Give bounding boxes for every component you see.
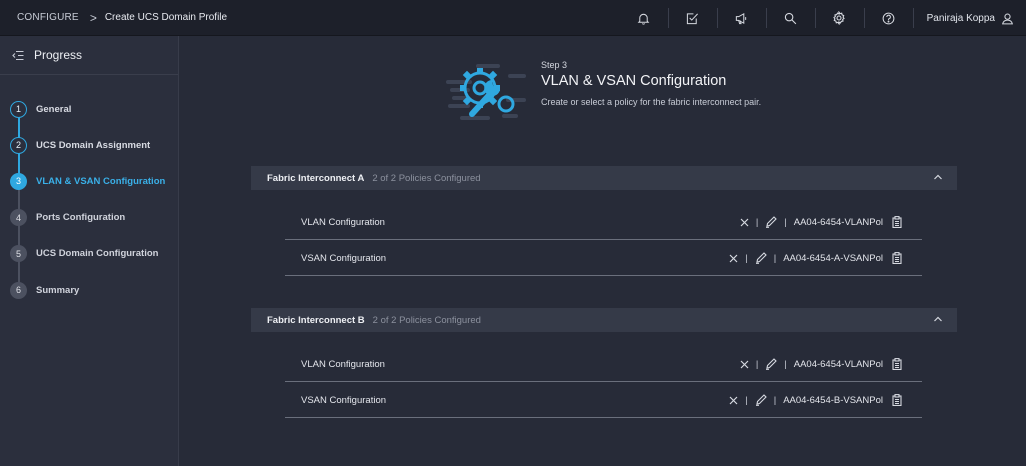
step-label: UCS Domain Configuration (36, 248, 159, 260)
breadcrumb-configure[interactable]: CONFIGURE (17, 12, 79, 23)
chevron-up-icon[interactable] (933, 173, 943, 181)
fi-a-vlan-row: VLAN Configuration | | AA04-6454-VLANPol (285, 205, 922, 240)
step-number: 1 (10, 100, 27, 118)
progress-step-summary[interactable]: 6 Summary (0, 272, 178, 308)
collapse-menu-icon[interactable] (12, 50, 24, 61)
step-label: Ports Configuration (36, 212, 126, 224)
row-actions: | | AA04-6454-B-VSANPol (729, 394, 902, 406)
policy-name: AA04-6454-B-VSANPol (783, 394, 883, 406)
clipboard-icon[interactable] (892, 394, 902, 406)
page-title: VLAN & VSAN Configuration (541, 73, 727, 89)
progress-steps: 1 General 2 UCS Domain Assignment 3 VLAN… (0, 75, 178, 308)
bell-icon (637, 13, 649, 25)
step-label: General (36, 103, 72, 115)
row-label: VSAN Configuration (301, 252, 387, 264)
edit-pencil-icon[interactable] (765, 358, 778, 370)
notifications-button[interactable] (619, 0, 668, 36)
chevron-up-icon[interactable] (933, 315, 943, 323)
search-button[interactable] (765, 0, 815, 36)
main-content: Step 3 VLAN & VSAN Configuration Create … (180, 36, 1026, 466)
checklist-icon (686, 12, 698, 24)
fabric-interconnect-b-header[interactable]: Fabric Interconnect B 2 of 2 Policies Co… (251, 308, 957, 332)
step-number: 2 (10, 136, 27, 154)
edit-pencil-icon[interactable] (755, 394, 767, 406)
step-label: Summary (36, 284, 80, 296)
row-actions: | | AA04-6454-VLANPol (740, 216, 902, 228)
clipboard-icon[interactable] (892, 252, 902, 264)
step-number: 4 (10, 209, 27, 227)
help-button[interactable] (863, 0, 913, 36)
announcements-button[interactable] (716, 0, 766, 36)
section-title: Fabric Interconnect B (267, 314, 365, 326)
sidebar-header: Progress (0, 36, 178, 75)
progress-step-general[interactable]: 1 General (0, 91, 178, 127)
sidebar-title: Progress (34, 48, 83, 62)
row-label: VSAN Configuration (301, 394, 387, 406)
top-bar: CONFIGURE > Create UCS Domain Profile Pa… (0, 0, 1026, 36)
separator: | (784, 358, 787, 370)
step-number: 3 (10, 172, 27, 190)
step-number: 6 (10, 281, 27, 299)
separator: | (773, 252, 777, 264)
fi-b-vlan-row: VLAN Configuration | | AA04-6454-VLANPol (285, 347, 922, 382)
settings-button[interactable] (814, 0, 864, 36)
section-title: Fabric Interconnect A (267, 172, 365, 184)
close-icon[interactable] (740, 360, 749, 369)
section-status: 2 of 2 Policies Configured (372, 314, 481, 326)
user-menu[interactable]: Paniraja Koppa (912, 0, 1026, 36)
gear-wrench-illustration-icon (446, 64, 526, 120)
policy-name: AA04-6454-VLANPol (793, 216, 883, 228)
close-icon[interactable] (729, 254, 738, 263)
breadcrumb-separator: > (89, 10, 97, 25)
step-label: VLAN & VSAN Configuration (36, 175, 166, 187)
progress-step-ucs-domain-assignment[interactable]: 2 UCS Domain Assignment (0, 127, 178, 163)
help-icon (882, 12, 895, 24)
megaphone-icon (735, 12, 747, 24)
step-number: 5 (10, 245, 27, 263)
clipboard-icon[interactable] (892, 216, 902, 228)
progress-step-ports-configuration[interactable]: 4 Ports Configuration (0, 200, 178, 236)
row-label: VLAN Configuration (301, 358, 385, 370)
edit-pencil-icon[interactable] (765, 216, 778, 228)
policy-name: AA04-6454-A-VSANPol (783, 252, 883, 264)
step-label: UCS Domain Assignment (36, 139, 151, 151)
row-actions: | | AA04-6454-VLANPol (740, 358, 902, 370)
policy-name: AA04-6454-VLANPol (793, 358, 883, 370)
page-description: Create or select a policy for the fabric… (541, 97, 762, 107)
edit-pencil-icon[interactable] (755, 252, 767, 264)
close-icon[interactable] (740, 218, 749, 227)
separator: | (773, 394, 777, 406)
top-icons: Paniraja Koppa (619, 0, 1026, 36)
section-status: 2 of 2 Policies Configured (372, 172, 481, 184)
progress-step-vlan-vsan-configuration[interactable]: 3 VLAN & VSAN Configuration (0, 163, 178, 199)
close-icon[interactable] (729, 396, 738, 405)
user-icon (1002, 13, 1013, 24)
separator: | (755, 216, 759, 228)
search-icon (784, 12, 796, 24)
user-name: Paniraja Koppa (926, 12, 995, 24)
breadcrumb: CONFIGURE > Create UCS Domain Profile (0, 11, 227, 25)
progress-step-ucs-domain-configuration[interactable]: 5 UCS Domain Configuration (0, 236, 178, 272)
fabric-interconnect-a-header[interactable]: Fabric Interconnect A 2 of 2 Policies Co… (251, 166, 957, 190)
separator: | (755, 358, 759, 370)
fi-b-vsan-row: VSAN Configuration | | AA04-6454-B-VSANP… (285, 383, 922, 418)
separator: | (784, 216, 787, 228)
breadcrumb-current: Create UCS Domain Profile (104, 12, 228, 23)
progress-sidebar: Progress 1 General 2 UCS Domain Assignme… (0, 36, 179, 466)
row-actions: | | AA04-6454-A-VSANPol (729, 252, 902, 264)
gear-icon (833, 11, 845, 25)
separator: | (745, 394, 748, 406)
tasks-button[interactable] (667, 0, 717, 36)
row-label: VLAN Configuration (301, 216, 385, 228)
step-number-label: Step 3 (541, 60, 568, 70)
separator: | (745, 252, 748, 264)
clipboard-icon[interactable] (892, 358, 902, 370)
fi-a-vsan-row: VSAN Configuration | | AA04-6454-A-VSANP… (285, 241, 922, 276)
progress-line-pending (17, 181, 20, 289)
